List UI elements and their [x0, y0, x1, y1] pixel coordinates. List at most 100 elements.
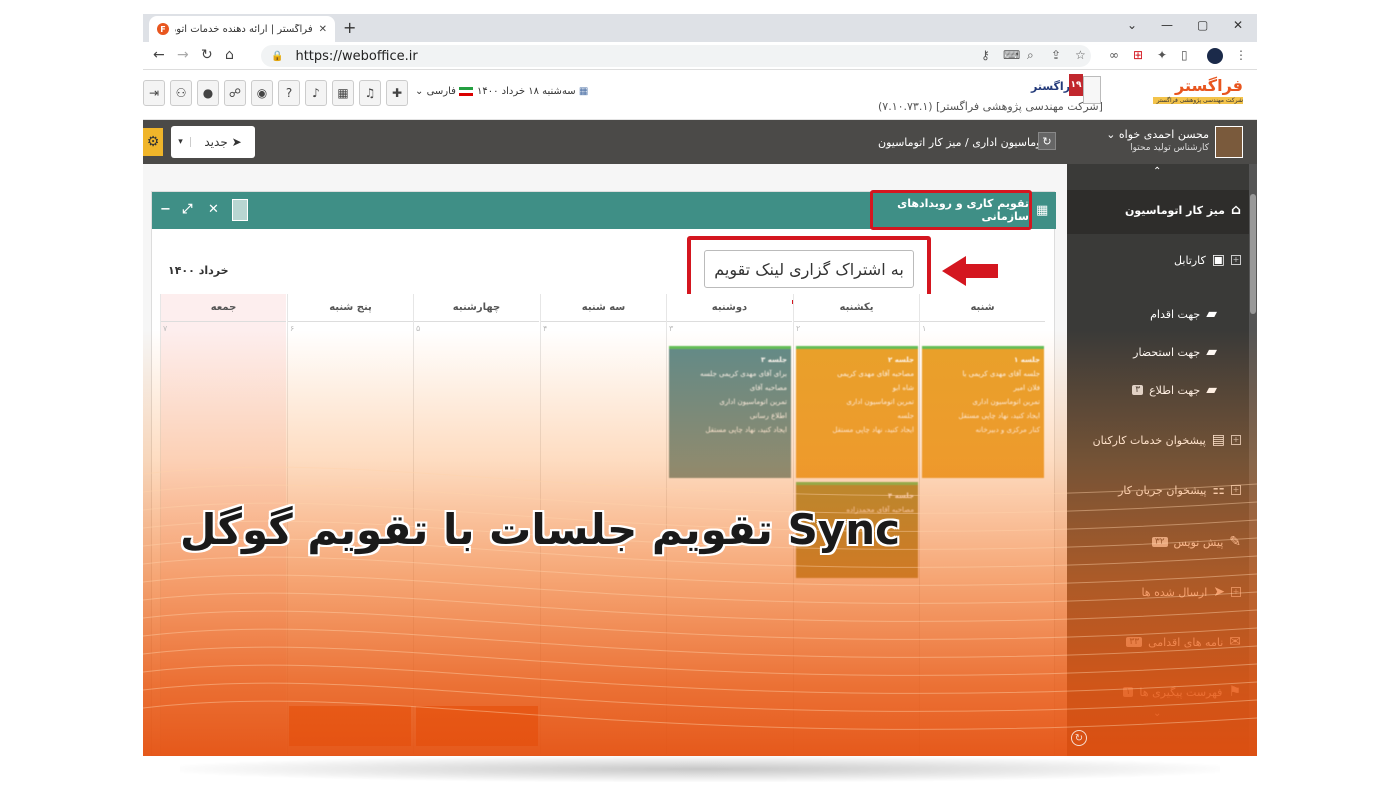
calendar-event[interactable] — [416, 706, 538, 746]
profile-avatar[interactable] — [1207, 48, 1223, 64]
sidebar-item-action-letters[interactable]: ✉ نامه های اقدامی ۳۳ — [1126, 634, 1241, 650]
forward-icon[interactable]: → — [177, 47, 189, 63]
sidebar-item-info[interactable]: ▰ جهت اطلاع ۳ — [1132, 382, 1217, 398]
browser-tab[interactable]: F فراگستر | ارائه دهنده خدمات اتوماسیون … — [149, 16, 335, 42]
event-line: جلسه آقای مهدی کریمی با — [962, 370, 1040, 378]
org-chart-icon[interactable]: ⚇ — [170, 80, 192, 106]
flag-icon: ⚑ — [1228, 684, 1241, 700]
sidebar-item-action[interactable]: ▰ جهت اقدام — [1150, 306, 1217, 322]
event-line: ایجاد کنید، نهاد چاپی مستقل — [832, 426, 914, 434]
extension-red-icon[interactable]: ⊞ — [1133, 48, 1143, 62]
sidebar-item-label: پیشخوان خدمات کارکنان — [1092, 433, 1206, 447]
bookmark-star-icon[interactable]: ☆ — [1075, 48, 1086, 62]
event-line: مصاحبه آقای — [749, 384, 787, 392]
close-panel-icon[interactable]: ✕ — [208, 202, 219, 217]
minimize-panel-icon[interactable]: − — [160, 202, 171, 217]
sidebar-item-sent[interactable]: + ➤ ارسال شده ها — [1141, 584, 1241, 600]
menu-dots-icon[interactable]: ⋮ — [1235, 48, 1247, 62]
calendar-event[interactable]: جلسه ۱ جلسه آقای مهدی کریمی با فلان امیر… — [922, 346, 1044, 478]
language-select[interactable]: ⌄ فارسی — [415, 86, 474, 97]
bell-icon[interactable]: ♫ — [359, 80, 381, 106]
back-icon[interactable]: ← — [153, 47, 165, 63]
scrollbar-thumb[interactable] — [1250, 194, 1256, 314]
user-name: محسن احمدی خواه ⌄ — [1106, 128, 1209, 141]
user-menu[interactable]: محسن احمدی خواه ⌄ کارشناس تولید محتوا — [1106, 126, 1243, 160]
sidebar-item-label: کارتابل — [1174, 253, 1206, 267]
group-chat-icon[interactable]: ☍ — [224, 80, 246, 106]
app-header: ⇥ ⚇ ● ☍ ◉ ? ♪ ▦ ♫ ✚ ⌄ فارسی ▦ سه‌شنبه ۱۸… — [143, 70, 1257, 120]
gear-icon[interactable]: ⚙ — [143, 128, 163, 156]
address-bar-row: ← → ↻ ⌂ 🔒 https://weboffice.ir ⚷ ⌨ ⌕ ⇪ ☆… — [143, 42, 1257, 70]
plugin-icon[interactable]: ✚ — [386, 80, 408, 106]
folder-icon: ▰ — [1206, 306, 1217, 322]
calendar-icon: ▦ — [578, 86, 589, 97]
new-tab-button[interactable]: + — [343, 18, 356, 37]
close-window-button[interactable]: ✕ — [1233, 18, 1243, 32]
sidebar-item-workflow[interactable]: + ⚏ پیشخوان جریان کار — [1118, 482, 1241, 498]
chevron-down-icon[interactable]: ▾ — [171, 137, 191, 147]
logout-icon[interactable]: ⇥ — [143, 80, 165, 106]
reload-icon[interactable]: ↻ — [201, 47, 213, 63]
day-number: ۲ — [796, 324, 801, 333]
day-header: چهارشنبه — [414, 294, 539, 322]
expand-icon[interactable]: + — [1231, 435, 1241, 445]
main-content: − ⤢ ✕ تقویم کاری و رویدادهای سازمانی ▦ ب… — [143, 164, 1067, 756]
translate-icon[interactable]: ⌨ — [1003, 48, 1020, 62]
home-icon[interactable]: ⌂ — [225, 47, 234, 63]
panel-toggle[interactable] — [232, 199, 248, 221]
chart-icon[interactable]: ▦ — [332, 80, 354, 106]
share-icon[interactable]: ⇪ — [1051, 48, 1061, 62]
sidebar-item-followups[interactable]: ⚑ فهرست پیگیری ها ۱ — [1122, 684, 1241, 700]
tab-search-icon[interactable]: ⌄ — [1127, 18, 1137, 32]
date-display: ▦ سه‌شنبه ۱۸ خرداد ۱۴۰۰ — [477, 86, 588, 97]
panel-title: تقویم کاری و رویدادهای سازمانی — [870, 190, 1032, 230]
event-line: تمرین اتوماسیون اداری — [846, 398, 914, 406]
key-icon[interactable]: ⚷ — [981, 48, 990, 62]
sidebar-item-label: جهت اقدام — [1150, 307, 1201, 321]
screenshot-frame: F فراگستر | ارائه دهنده خدمات اتوماسیون … — [143, 14, 1257, 756]
arrow-left-icon — [942, 256, 998, 286]
expand-icon[interactable]: + — [1231, 255, 1241, 265]
minimize-button[interactable]: — — [1161, 18, 1173, 32]
tab-close-icon[interactable]: ✕ — [319, 24, 327, 35]
refresh-icon[interactable]: ↻ — [1038, 132, 1056, 150]
url-input[interactable]: 🔒 https://weboffice.ir — [261, 45, 1091, 67]
microphone-icon[interactable]: ♪ — [305, 80, 327, 106]
chat-icon[interactable]: ◉ — [251, 80, 273, 106]
expand-icon[interactable]: + — [1231, 485, 1241, 495]
user-icon[interactable]: ● — [197, 80, 219, 106]
calendar-event[interactable]: جلسه ۳ برای آقای مهدی کریمی جلسه مصاحبه … — [669, 346, 791, 478]
calendar-event[interactable]: جلسه ۲ مصاحبه آقای مهدی کریمی شاه ابو تم… — [796, 346, 918, 478]
expand-icon[interactable]: + — [1231, 587, 1241, 597]
share-calendar-link-button[interactable]: به اشتراک گزاری لینک تقویم — [704, 250, 914, 288]
zoom-icon[interactable]: ⌕ — [1027, 48, 1034, 63]
folder-icon: ▰ — [1206, 382, 1217, 398]
folder-icon: ▰ — [1206, 344, 1217, 360]
help-icon[interactable]: ? — [278, 80, 300, 106]
scroll-button-icon[interactable]: ↻ — [1071, 730, 1087, 746]
sidebar-item-dashboard[interactable]: ⌂ میز کار اتوماسیون — [1125, 202, 1241, 218]
chevron-down-icon: ⌄ — [415, 86, 424, 97]
expand-panel-icon[interactable]: ⤢ — [182, 202, 192, 217]
day-number: ۶ — [290, 324, 295, 333]
browser-tabbar: F فراگستر | ارائه دهنده خدمات اتوماسیون … — [143, 14, 1257, 42]
maximize-button[interactable]: ▢ — [1197, 18, 1208, 32]
sidebar-item-notice[interactable]: ▰ جهت استحضار — [1133, 344, 1217, 360]
puzzle-icon[interactable]: ✦ — [1157, 48, 1167, 62]
chevron-up-icon[interactable]: ⌃ — [1153, 166, 1161, 177]
notification-badge[interactable]: ۱۹ — [1069, 74, 1083, 96]
sidebar-item-cartable[interactable]: + ▣ کارتابل — [1174, 252, 1241, 268]
day-header: دوشنبه — [667, 294, 792, 322]
sidebar-item-employee-services[interactable]: + ▤ پیشخوان خدمات کارکنان — [1093, 432, 1241, 448]
flag-icon — [459, 86, 474, 96]
workflow-icon: ⚏ — [1212, 482, 1225, 498]
calendar-event[interactable] — [289, 706, 411, 746]
sidebar-item-drafts[interactable]: ✎ پیش نویس ۳۲ — [1151, 534, 1241, 550]
new-button[interactable]: ▾ ➤ جدید — [171, 126, 255, 158]
chevron-down-icon[interactable]: ⌄ — [1153, 708, 1161, 719]
day-header: شنبه — [920, 294, 1045, 322]
sidebar-item-label: ارسال شده ها — [1141, 585, 1208, 599]
extension-icon[interactable]: ∞ — [1109, 48, 1119, 62]
sidepanel-icon[interactable]: ▯ — [1181, 48, 1188, 62]
event-line: تمرین اتوماسیون اداری — [972, 398, 1040, 406]
